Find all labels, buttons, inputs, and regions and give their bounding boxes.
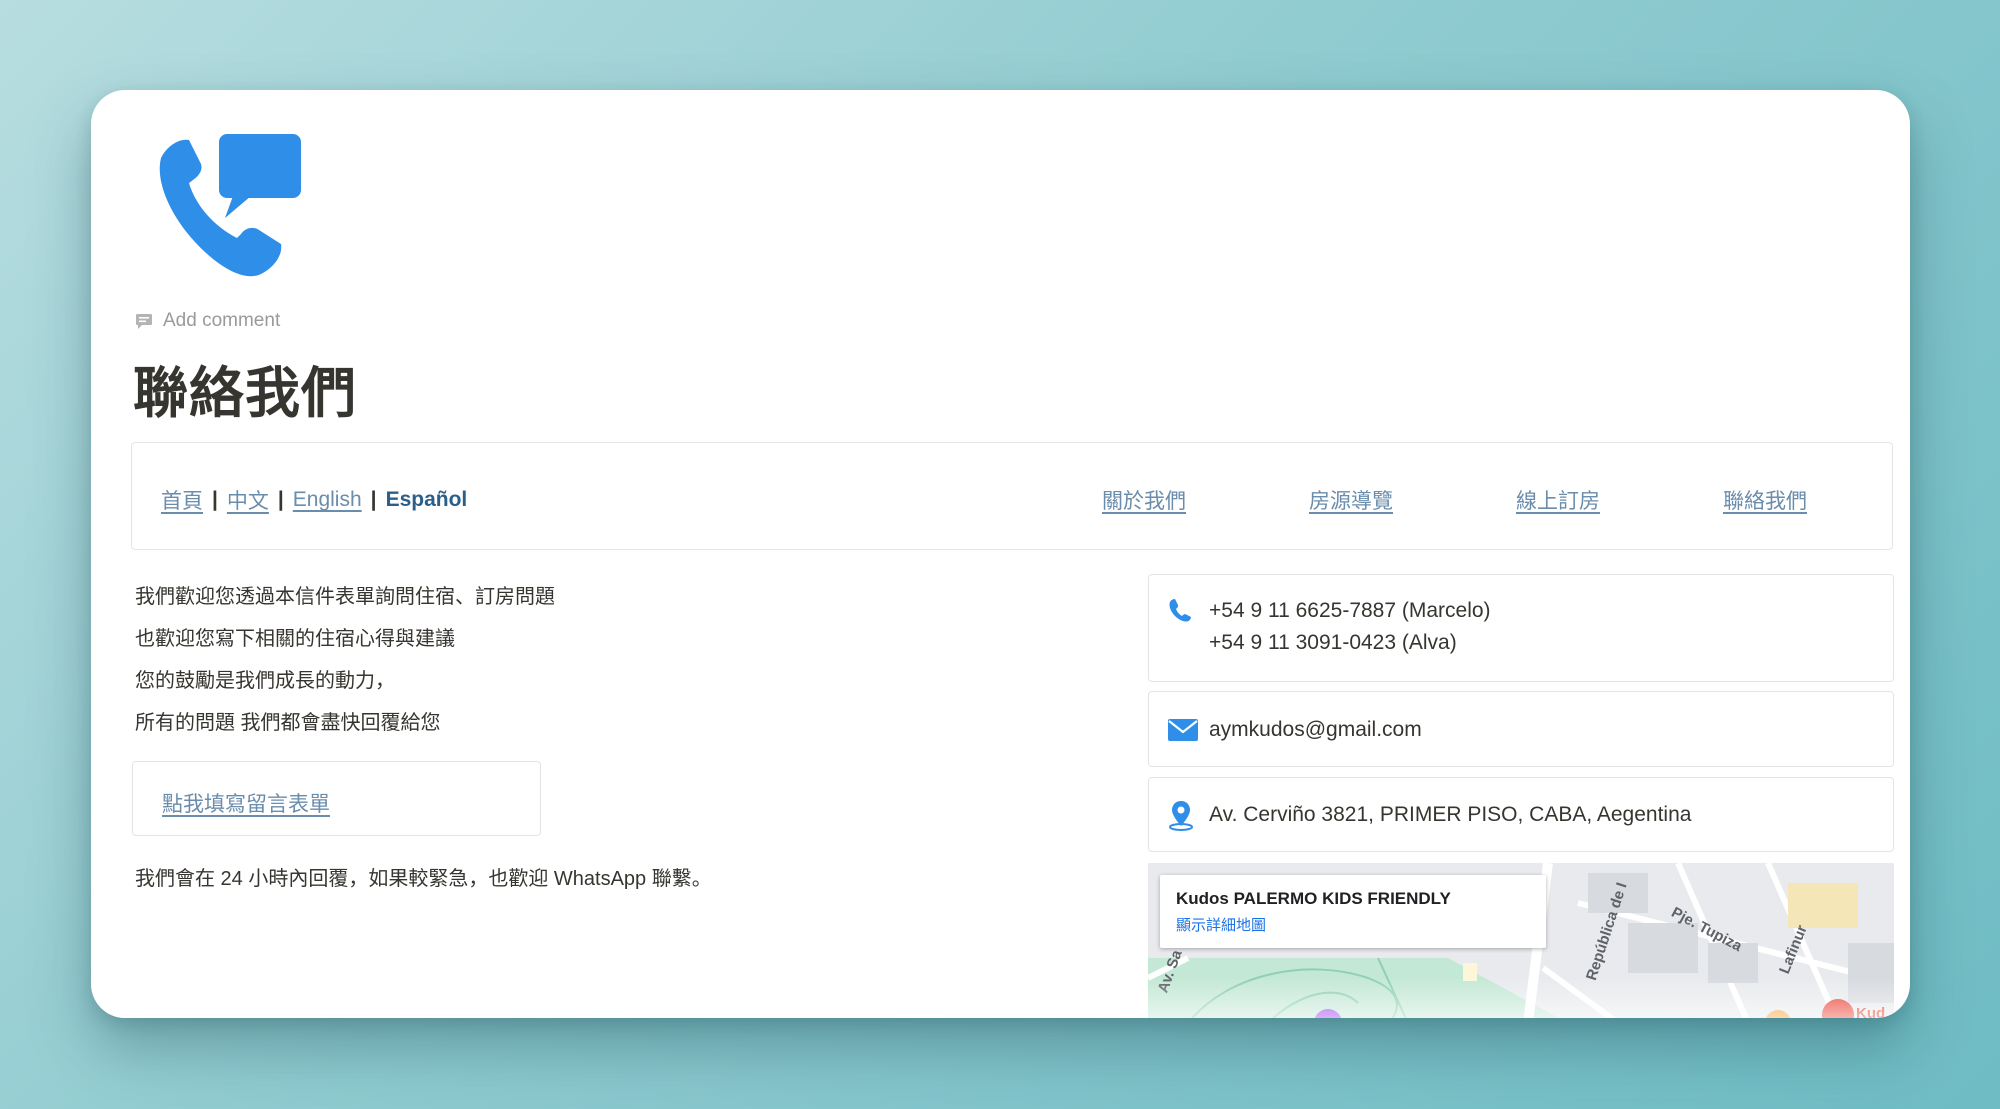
lang-link-english[interactable]: English: [293, 488, 362, 512]
contact-form-label: 點我填寫留言表單: [162, 793, 330, 816]
phone-number[interactable]: +54 9 11 6625-7887 (Marcelo): [1209, 595, 1491, 627]
contact-email: aymkudos@gmail.com: [1148, 691, 1894, 767]
email-address[interactable]: aymkudos@gmail.com: [1209, 714, 1422, 746]
intro-line: 所有的問題 我們都會盡快回覆給您: [135, 712, 441, 734]
navigation-box: 首頁 | 中文 | English | Español 關於我們 房源導覽 線上…: [131, 442, 1893, 550]
language-links: 首頁 | 中文 | English | Español: [161, 485, 467, 515]
add-comment-label: Add comment: [163, 310, 281, 331]
intro-text: 我們歡迎您透過本信件表單詢問住宿、訂房問題 也歡迎您寫下相關的住宿心得與建議 您…: [135, 576, 555, 744]
contact-phone: +54 9 11 6625-7887 (Marcelo) +54 9 11 30…: [1148, 574, 1894, 682]
separator: |: [277, 488, 284, 511]
site-nav: 關於我們 房源導覽 線上訂房 聯絡我們: [1102, 485, 1910, 515]
map-place-card: Kudos PALERMO KIDS FRIENDLY 顯示詳細地圖: [1160, 875, 1546, 948]
nav-link-contact[interactable]: 聯絡我們: [1723, 485, 1910, 515]
mail-icon: [1167, 718, 1199, 747]
lang-link-home[interactable]: 首頁: [161, 485, 203, 515]
lang-link-chinese[interactable]: 中文: [227, 485, 269, 515]
phone-number[interactable]: +54 9 11 3091-0423 (Alva): [1209, 627, 1491, 659]
intro-line: 也歡迎您寫下相關的住宿心得與建議: [135, 628, 455, 650]
nav-link-rooms[interactable]: 房源導覽: [1309, 485, 1516, 515]
phone-icon: [1167, 597, 1193, 628]
page-title: 聯絡我們: [133, 362, 358, 424]
add-comment-button[interactable]: Add comment: [135, 310, 280, 332]
intro-line: 您的鼓勵是我們成長的動力，: [135, 670, 395, 692]
phone-numbers: +54 9 11 6625-7887 (Marcelo) +54 9 11 30…: [1209, 595, 1491, 659]
contact-form-button[interactable]: 點我填寫留言表單: [132, 761, 541, 836]
nav-link-about[interactable]: 關於我們: [1102, 485, 1309, 515]
page-card: Add comment 聯絡我們 首頁 | 中文 | English | Esp…: [91, 90, 1910, 1018]
lang-link-spanish[interactable]: Español: [386, 488, 468, 512]
separator: |: [370, 488, 377, 511]
map-detail-link[interactable]: 顯示詳細地圖: [1176, 914, 1546, 935]
map-place-name: Kudos PALERMO KIDS FRIENDLY: [1176, 889, 1451, 908]
comment-icon: [135, 312, 153, 330]
nav-link-booking[interactable]: 線上訂房: [1516, 485, 1723, 515]
separator: |: [212, 488, 218, 511]
embedded-map[interactable]: Kudos PALERMO KIDS FRIENDLY 顯示詳細地圖 Repúb…: [1148, 863, 1894, 1018]
reply-note: 我們會在 24 小時內回覆，如果較緊急，也歡迎 WhatsApp 聯繫。: [135, 868, 712, 890]
address-text[interactable]: Av. Cerviño 3821, PRIMER PISO, CABA, Aeg…: [1209, 799, 1691, 831]
map-street-label: Kud: [1856, 1005, 1886, 1018]
intro-line: 我們歡迎您透過本信件表單詢問住宿、訂房問題: [135, 586, 555, 608]
contact-address: Av. Cerviño 3821, PRIMER PISO, CABA, Aeg…: [1148, 777, 1894, 852]
location-pin-icon: [1167, 799, 1195, 836]
phone-chat-icon[interactable]: [149, 126, 309, 281]
